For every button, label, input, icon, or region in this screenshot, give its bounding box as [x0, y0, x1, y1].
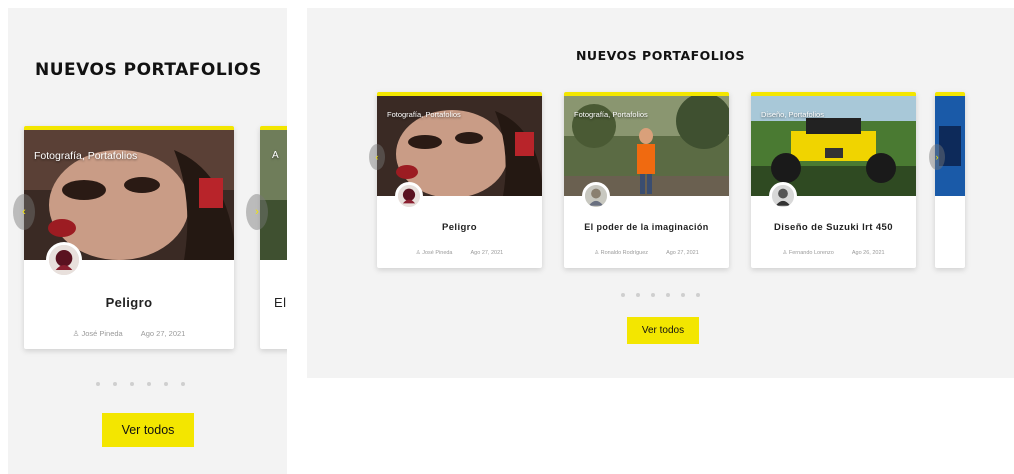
card-title[interactable]: El [274, 295, 286, 310]
carousel-dots [96, 382, 185, 386]
view-all-label: Ver todos [641, 325, 685, 336]
card-meta: ♙ José Pineda Ago 27, 2021 [24, 329, 234, 338]
card-category[interactable]: Fotografía, Portafolios [574, 110, 648, 119]
view-all-label: Ver todos [121, 423, 175, 437]
carousel-dot[interactable] [164, 382, 168, 386]
author-avatar [769, 182, 797, 210]
view-all-button[interactable]: Ver todos [102, 413, 194, 447]
carousel-dot[interactable] [681, 293, 685, 297]
card-category[interactable]: A [272, 150, 279, 161]
card-date: Ago 27, 2021 [666, 250, 699, 256]
author-avatar [395, 182, 423, 210]
author-avatar [582, 182, 610, 210]
user-icon: ♙ [782, 250, 788, 256]
carousel-dots [621, 293, 700, 297]
author-name: Fernando Lorenzo [788, 250, 834, 256]
portfolio-card-peek[interactable]: A El [260, 126, 287, 349]
section-title: NUEVOS PORTAFOLIOS [35, 60, 262, 80]
next-arrow[interactable]: › [929, 144, 945, 170]
prev-arrow[interactable]: ‹ [369, 144, 385, 170]
card-date: Ago 27, 2021 [140, 329, 186, 338]
carousel-dot[interactable] [651, 293, 655, 297]
carousel-dot[interactable] [636, 293, 640, 297]
author-name: Ronaldo Rodríguez [600, 250, 649, 256]
author-name: José Pineda [422, 250, 453, 256]
desktop-portfolio-section: NUEVOS PORTAFOLIOS Fotografía, Portafoli… [307, 8, 1014, 378]
card-title[interactable]: Diseño de Suzuki lrt 450 [751, 222, 916, 233]
portfolio-card-peek[interactable] [935, 92, 965, 268]
card-author[interactable]: ♙ José Pineda [73, 329, 123, 338]
carousel-dot[interactable] [621, 293, 625, 297]
carousel-dot[interactable] [147, 382, 151, 386]
user-icon: ♙ [72, 329, 80, 338]
portfolio-card[interactable]: Fotografía, Portafolios El poder de la i… [564, 92, 729, 268]
card-meta: ♙ Ronaldo Rodríguez Ago 27, 2021 [564, 250, 729, 256]
prev-arrow[interactable]: ‹ [13, 194, 35, 230]
carousel-dot[interactable] [113, 382, 117, 386]
section-title: NUEVOS PORTAFOLIOS [575, 48, 746, 63]
card-category[interactable]: Fotografía, Portafolios [387, 110, 461, 119]
carousel-dot[interactable] [96, 382, 100, 386]
carousel-dot[interactable] [181, 382, 185, 386]
portfolio-card[interactable]: Fotografía, Portafolios Peligro ♙ José P… [377, 92, 542, 268]
chevron-left-icon: ‹ [22, 206, 26, 218]
user-icon: ♙ [594, 250, 600, 256]
user-icon: ♙ [415, 250, 421, 256]
portfolio-card[interactable]: Fotografía, Portafolios Peligro ♙ José P… [24, 126, 234, 349]
card-category[interactable]: Fotografía, Portafolios [34, 150, 137, 162]
mobile-portfolio-section: NUEVOS PORTAFOLIOS Fotografía, Portafoli… [8, 8, 287, 474]
author-avatar [46, 242, 82, 278]
card-title[interactable]: Peligro [377, 222, 542, 233]
carousel-dot[interactable] [666, 293, 670, 297]
card-title[interactable]: Peligro [24, 295, 234, 310]
card-meta: ♙ Fernando Lorenzo Ago 26, 2021 [751, 250, 916, 256]
view-all-button[interactable]: Ver todos [627, 317, 699, 344]
card-meta: ♙ José Pineda Ago 27, 2021 [377, 250, 542, 256]
carousel-dot[interactable] [696, 293, 700, 297]
card-date: Ago 27, 2021 [470, 250, 504, 256]
card-category[interactable]: Diseño, Portafolios [761, 110, 824, 119]
card-author[interactable]: ♙ Fernando Lorenzo [782, 250, 833, 256]
card-date: Ago 26, 2021 [851, 250, 885, 256]
card-title[interactable]: El poder de la imaginación [564, 222, 729, 232]
card-author[interactable]: ♙ Ronaldo Rodríguez [594, 250, 648, 256]
chevron-left-icon: ‹ [375, 152, 379, 162]
next-arrow[interactable]: › [246, 194, 268, 230]
author-name: José Pineda [81, 329, 123, 338]
portfolio-card[interactable]: Diseño, Portafolios Diseño de Suzuki lrt… [751, 92, 916, 268]
chevron-right-icon: › [935, 152, 939, 162]
card-author[interactable]: ♙ José Pineda [416, 250, 453, 256]
chevron-right-icon: › [255, 206, 259, 218]
carousel-dot[interactable] [130, 382, 134, 386]
